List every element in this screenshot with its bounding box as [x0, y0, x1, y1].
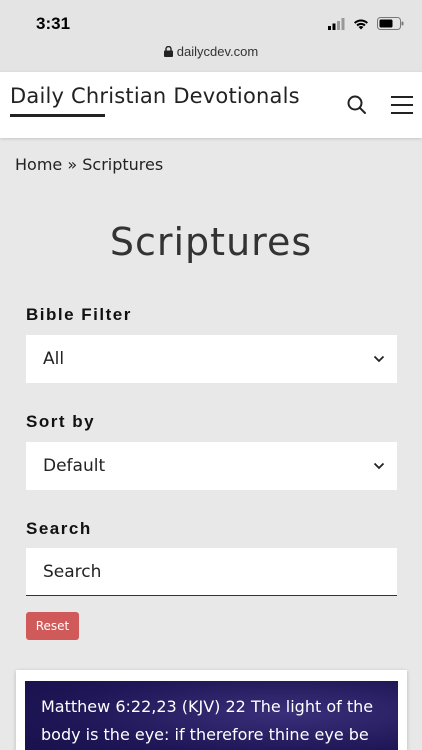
breadcrumb-current: Scriptures [82, 155, 164, 174]
url-text: dailycdev.com [176, 44, 259, 59]
breadcrumb: Home » Scriptures [15, 155, 163, 174]
reset-button[interactable]: Reset [26, 612, 79, 640]
scripture-text: Matthew 6:22,23 (KJV) 22 The light of th… [41, 697, 374, 744]
search-label: Search [26, 519, 92, 538]
battery-icon [377, 17, 404, 30]
bible-filter-select[interactable]: All [26, 335, 397, 383]
title-underline [10, 114, 105, 117]
chevron-down-icon [373, 462, 385, 470]
sort-by-select[interactable]: Default [26, 442, 397, 490]
status-icons [328, 17, 404, 30]
bible-filter-label: Bible Filter [26, 305, 132, 324]
hamburger-menu-icon[interactable] [390, 95, 414, 115]
sort-by-value: Default [43, 456, 106, 476]
wifi-icon [354, 19, 368, 29]
sort-by-label: Sort by [26, 412, 96, 431]
breadcrumb-home-link[interactable]: Home [15, 155, 62, 174]
status-bar: 3:31 dailycdev.com [0, 0, 422, 72]
bible-filter-value: All [43, 349, 65, 369]
search-icon[interactable] [346, 94, 368, 116]
page-title: Scriptures [109, 220, 313, 264]
scripture-card-content[interactable]: Matthew 6:22,23 (KJV) 22 The light of th… [25, 681, 398, 750]
search-input[interactable]: Search [26, 548, 397, 596]
site-title[interactable]: Daily Christian Devotionals [10, 84, 300, 108]
signal-icon [328, 17, 345, 30]
breadcrumb-separator: » [67, 155, 78, 174]
url-bar[interactable]: dailycdev.com [0, 44, 422, 59]
lock-icon [163, 46, 173, 57]
status-time: 3:31 [36, 14, 71, 33]
search-placeholder: Search [43, 562, 102, 582]
chevron-down-icon [373, 355, 385, 363]
